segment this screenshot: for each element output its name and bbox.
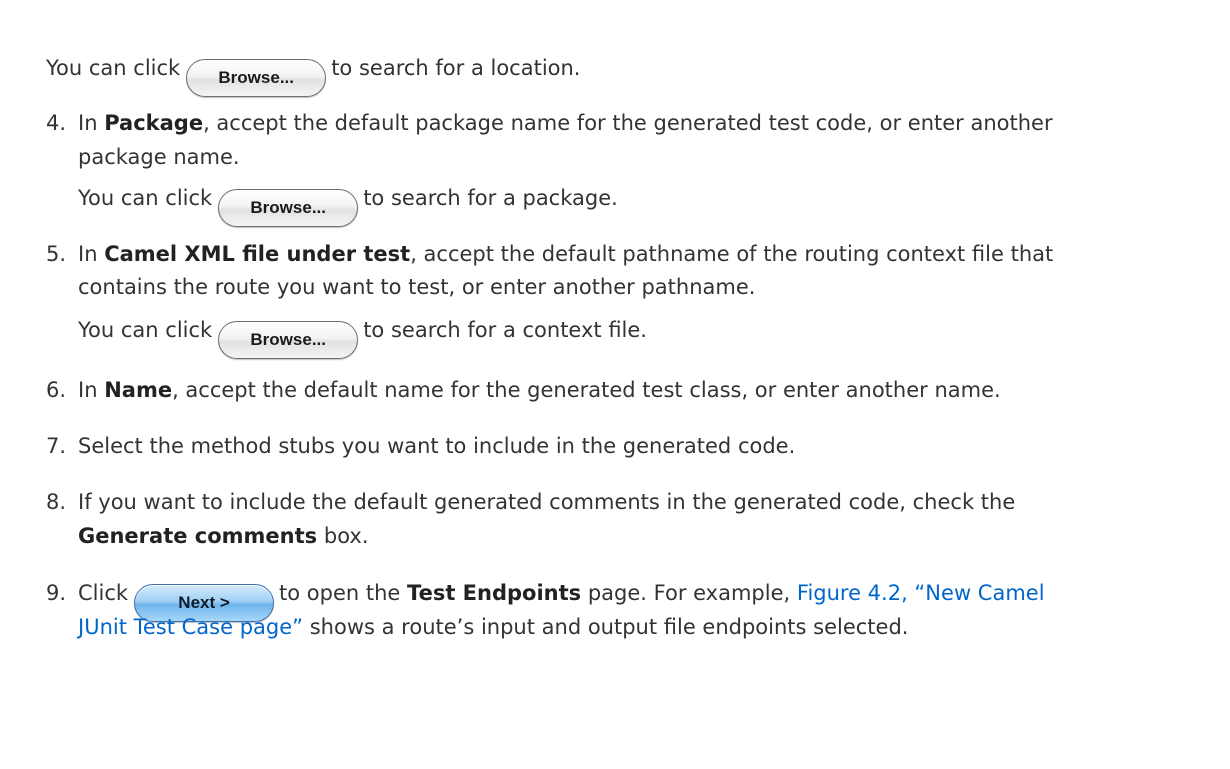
step-5-click-after: to search for a context file. [363, 318, 647, 342]
step-8-line-2: Generate comments box. [78, 522, 369, 550]
intro-after: to search for a location. [331, 56, 581, 80]
step-9-bold: Test Endpoints [407, 581, 582, 605]
step-9-text2: shows a route’s input and output file en… [309, 615, 909, 639]
step-8-number: 8. [46, 490, 67, 514]
browse-package-button[interactable]: Browse... [218, 188, 359, 227]
step-4-bold: Package [104, 111, 204, 135]
step-4-number: 4. [46, 111, 67, 135]
step-5-line-2: contains the route you want to test, or … [78, 275, 756, 299]
step-6-number: 6. [46, 378, 67, 402]
figure-link[interactable]: Figure 4.2, “New Camel [797, 581, 1045, 605]
step-6-pre: In [78, 378, 98, 402]
step-8-line-1: If you want to include the default gener… [78, 490, 1016, 514]
step-9-line-2: JUnit Test Case page” shows a route’s in… [78, 613, 908, 641]
step-5-line-1: In Camel XML file under test, accept the… [78, 240, 1053, 268]
step-9-number: 9. [46, 581, 67, 605]
intro-before: You can click [46, 56, 181, 80]
step-5-number: 5. [46, 242, 67, 266]
step-8-text2: box. [323, 524, 369, 548]
step-4-line-1: In Package, accept the default package n… [78, 109, 1053, 137]
step-7-number: 7. [46, 434, 67, 458]
step-5-text: , accept the default pathname of the rou… [410, 242, 1054, 266]
step-5-click-before: You can click [78, 318, 213, 342]
step-4-click-line: You can click Browse... to search for a pa… [78, 184, 618, 227]
step-7-line-1: Select the method stubs you want to incl… [78, 434, 796, 458]
step-4-pre: In [78, 111, 98, 135]
intro-line: You can click Browse... to search for a lo… [46, 54, 581, 97]
step-9-pre: Click [78, 581, 129, 605]
step-9-post: to open the [279, 581, 401, 605]
step-8-bold: Generate comments [78, 524, 318, 548]
step-5-pre: In [78, 242, 98, 266]
step-4-line-2: package name. [78, 145, 240, 169]
step-5-bold: Camel XML file under test [104, 242, 411, 266]
step-5-click-line: You can click Browse... to search for a co… [78, 316, 647, 359]
browse-context-file-button[interactable]: Browse... [218, 320, 359, 359]
step-6-line-1: In Name, accept the default name for the… [78, 376, 1001, 404]
step-4-click-before: You can click [78, 186, 213, 210]
browse-location-button[interactable]: Browse... [186, 58, 327, 97]
figure-link-continued[interactable]: JUnit Test Case page” [78, 615, 303, 639]
step-6-text: , accept the default name for the genera… [172, 378, 1001, 402]
step-4-text: , accept the default package name for th… [203, 111, 1053, 135]
step-4-click-after: to search for a package. [363, 186, 618, 210]
step-6-bold: Name [104, 378, 173, 402]
step-9-text: page. For example, [587, 581, 791, 605]
